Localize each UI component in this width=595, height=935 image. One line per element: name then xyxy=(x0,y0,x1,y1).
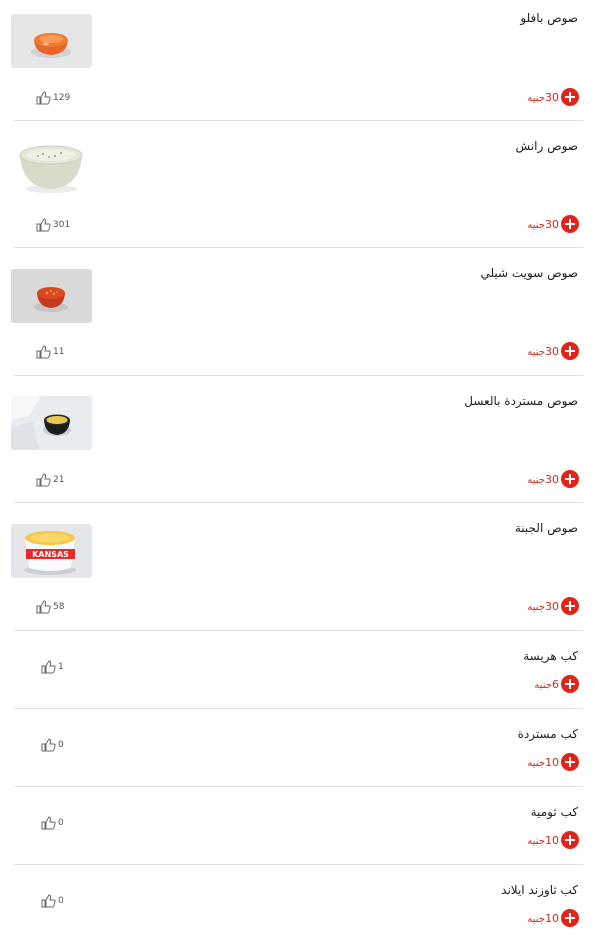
add-to-cart-button[interactable] xyxy=(561,675,579,693)
like-button[interactable]: 1 xyxy=(41,660,64,674)
like-count: 0 xyxy=(58,740,64,750)
item-price-row: 10جنيه xyxy=(527,831,579,849)
item-price-row: 30جنيه xyxy=(527,597,579,615)
item-name: صوص مستردة بالعسل xyxy=(464,394,578,408)
item-price: 6جنيه xyxy=(534,677,559,691)
add-to-cart-button[interactable] xyxy=(561,342,579,360)
like-count: 0 xyxy=(58,818,64,828)
like-button[interactable]: 0 xyxy=(41,894,64,908)
thumbs-up-icon xyxy=(36,218,51,232)
add-to-cart-button[interactable] xyxy=(561,909,579,927)
add-to-cart-button[interactable] xyxy=(561,753,579,771)
item-name: صوص الجبنة xyxy=(514,521,578,535)
like-count: 58 xyxy=(53,602,65,612)
thumbs-up-icon xyxy=(36,600,51,614)
like-button[interactable]: 11 xyxy=(36,345,64,359)
item-name: كب مستردة xyxy=(517,727,578,741)
menu-item[interactable]: صوص الجبنة KANSAS 30جنيه 58 xyxy=(0,503,595,631)
thumbs-up-icon xyxy=(41,738,56,752)
thumbs-up-icon xyxy=(41,894,56,908)
item-name: صوص رانش xyxy=(515,139,578,153)
add-to-cart-button[interactable] xyxy=(561,88,579,106)
thumbs-up-icon xyxy=(41,816,56,830)
item-name: صوص سويت شيلي xyxy=(480,266,578,280)
thumbs-up-icon xyxy=(41,660,56,674)
image-label-text: KANSAS xyxy=(32,550,69,559)
item-price: 30جنيه xyxy=(527,599,559,613)
item-price-row: 10جنيه xyxy=(527,753,579,771)
item-price: 30جنيه xyxy=(527,344,559,358)
item-price: 30جنيه xyxy=(527,472,559,486)
item-name: كب هريسة xyxy=(523,649,578,663)
like-button[interactable]: 129 xyxy=(36,91,70,105)
like-button[interactable]: 0 xyxy=(41,816,64,830)
item-price-row: 30جنيه xyxy=(527,342,579,360)
item-price-row: 6جنيه xyxy=(534,675,579,693)
item-price: 10جنيه xyxy=(527,755,559,769)
like-count: 0 xyxy=(58,896,64,906)
like-count: 301 xyxy=(53,220,71,230)
thumbs-up-icon xyxy=(36,473,51,487)
menu-item[interactable]: صوص رانش 30جنيه 301 xyxy=(0,121,595,248)
menu-item[interactable]: صوص مستردة بالعسل 30جنيه 21 xyxy=(0,376,595,503)
item-price-row: 10جنيه xyxy=(527,909,579,927)
like-button[interactable]: 58 xyxy=(36,600,64,614)
menu-item[interactable]: كب ثاوزند ايلاند 10جنيه 0 xyxy=(0,865,595,935)
thumbs-up-icon xyxy=(36,91,51,105)
add-to-cart-button[interactable] xyxy=(561,215,579,233)
like-count: 21 xyxy=(53,475,65,485)
add-to-cart-button[interactable] xyxy=(561,597,579,615)
add-to-cart-button[interactable] xyxy=(561,831,579,849)
item-image-ranch-sauce xyxy=(11,141,92,195)
item-price-row: 30جنيه xyxy=(527,470,579,488)
item-price-row: 30جنيه xyxy=(527,88,579,106)
item-image-buffalo-sauce xyxy=(11,14,92,68)
menu-item[interactable]: كب هريسة 6جنيه 1 xyxy=(0,631,595,709)
like-button[interactable]: 21 xyxy=(36,473,64,487)
item-image-honey-mustard-sauce xyxy=(11,396,92,450)
item-price: 10جنيه xyxy=(527,833,559,847)
menu-item[interactable]: كب ثومية 10جنيه 0 xyxy=(0,787,595,865)
menu-item[interactable]: صوص سويت شيلي 30جنيه 11 xyxy=(0,248,595,376)
item-image-cheese-sauce: KANSAS xyxy=(11,524,92,578)
item-name: كب ثاوزند ايلاند xyxy=(501,883,578,897)
item-price-row: 30جنيه xyxy=(527,215,579,233)
menu-item[interactable]: صوص بافلو 30جنيه 129 xyxy=(0,0,595,121)
like-count: 11 xyxy=(53,347,65,357)
like-button[interactable]: 0 xyxy=(41,738,64,752)
like-count: 1 xyxy=(58,662,64,672)
like-button[interactable]: 301 xyxy=(36,218,70,232)
add-to-cart-button[interactable] xyxy=(561,470,579,488)
menu-item[interactable]: كب مستردة 10جنيه 0 xyxy=(0,709,595,787)
item-name: صوص بافلو xyxy=(520,11,578,25)
item-price: 30جنيه xyxy=(527,217,559,231)
like-count: 129 xyxy=(53,93,71,103)
item-price: 10جنيه xyxy=(527,911,559,925)
item-name: كب ثومية xyxy=(530,805,578,819)
item-price: 30جنيه xyxy=(527,90,559,104)
item-image-sweet-chili-sauce xyxy=(11,269,92,323)
thumbs-up-icon xyxy=(36,345,51,359)
